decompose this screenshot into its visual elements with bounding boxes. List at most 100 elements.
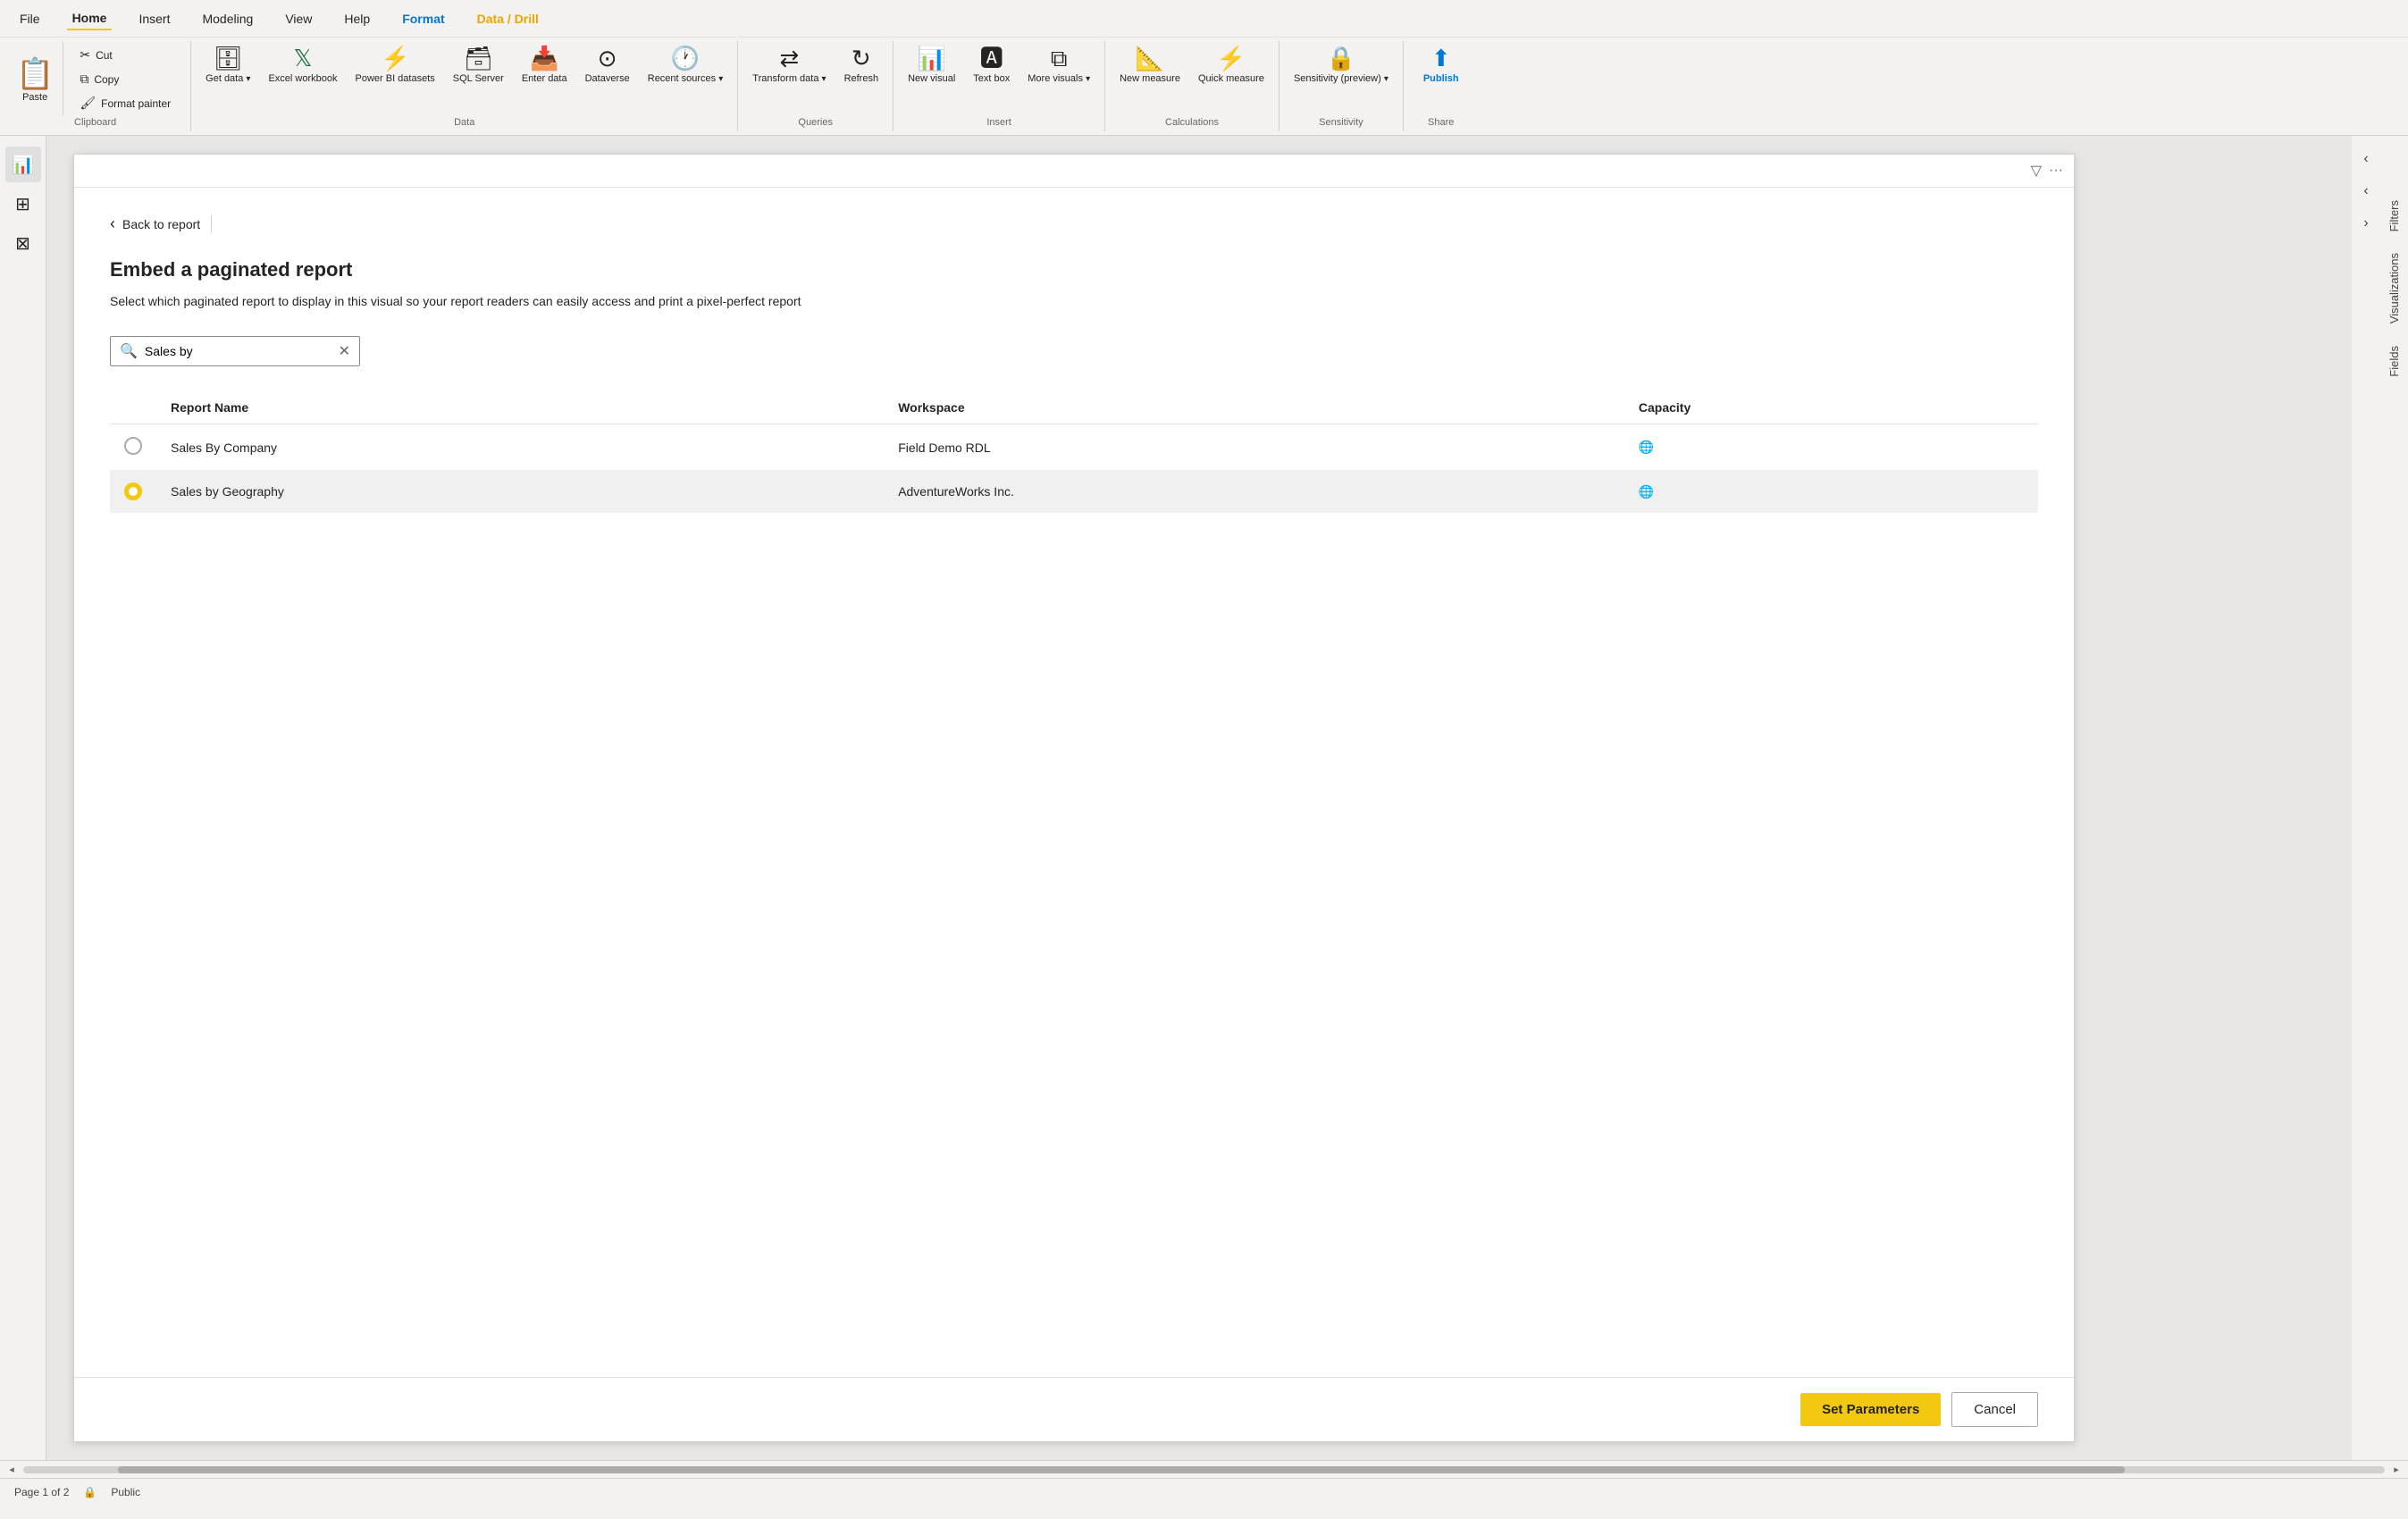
format-painter-icon: 🖌 (80, 96, 96, 111)
clear-search-icon[interactable]: ✕ (339, 342, 350, 360)
ribbon-data-section: 🗄 Get data ▾ 𝕏 Excel workbook ⚡ Power BI… (191, 41, 738, 131)
status-bar: Page 1 of 2 🔒 Public (0, 1478, 2408, 1505)
publish-icon: ⬆ (1431, 46, 1451, 70)
visualizations-panel-tab[interactable]: Visualizations (2380, 242, 2408, 334)
transform-icon: ⇄ (780, 46, 800, 70)
refresh-icon: ↻ (852, 46, 871, 70)
ribbon-sensitivity-section: 🔒 Sensitivity (preview) ▾ Sensitivity (1280, 41, 1404, 131)
sql-server-button[interactable]: 🗃 SQL Server (446, 41, 511, 90)
quick-measure-icon: ⚡ (1217, 46, 1246, 70)
excel-workbook-button[interactable]: 𝕏 Excel workbook (261, 41, 344, 90)
format-painter-button[interactable]: 🖌 Format painter (74, 93, 176, 113)
scrollbar-area: ◂ ▸ (0, 1460, 2408, 1478)
new-visual-label: New visual (908, 73, 955, 85)
paste-button[interactable]: 📋 Paste (7, 41, 63, 117)
ribbon-insert-section: 📊 New visual 🅰 Text box ⧉ More visuals ▾… (894, 41, 1105, 131)
scroll-thumb (118, 1466, 2126, 1473)
scroll-right-arrow[interactable]: ▸ (2388, 1462, 2404, 1478)
col-capacity: Capacity (1624, 391, 2038, 424)
get-data-label: Get data ▾ (206, 73, 250, 85)
sidebar-model-icon[interactable]: ⊠ (5, 225, 41, 261)
sensitivity-section-label: Sensitivity (1319, 117, 1363, 131)
scroll-left-arrow[interactable]: ◂ (4, 1462, 20, 1478)
transform-label: Transform data ▾ (752, 73, 826, 85)
fields-panel-tab[interactable]: Fields (2380, 335, 2408, 388)
radio-cell[interactable] (110, 470, 156, 513)
search-input[interactable] (145, 344, 339, 358)
table-row[interactable]: Sales By CompanyField Demo RDL🌐 (110, 424, 2038, 471)
col-radio (110, 391, 156, 424)
modal-body: ‹ Back to report Embed a paginated repor… (74, 188, 2074, 1377)
refresh-button[interactable]: ↻ Refresh (837, 41, 886, 90)
scroll-track[interactable] (23, 1466, 2385, 1473)
menu-modeling[interactable]: Modeling (197, 8, 258, 29)
nav-chevron-right[interactable]: › (2352, 209, 2380, 238)
sidebar-report-icon[interactable]: 📊 (5, 147, 41, 182)
radio-button[interactable] (124, 483, 142, 500)
recent-sources-label: Recent sources ▾ (648, 73, 724, 85)
radio-cell[interactable] (110, 424, 156, 471)
menu-file[interactable]: File (14, 8, 46, 29)
publish-label: Publish (1423, 73, 1459, 85)
menu-help[interactable]: Help (339, 8, 375, 29)
recent-sources-icon: 🕐 (671, 46, 700, 70)
sensitivity-label: Sensitivity (preview) ▾ (1294, 73, 1389, 85)
set-parameters-button[interactable]: Set Parameters (1800, 1393, 1941, 1426)
menu-view[interactable]: View (280, 8, 317, 29)
back-to-report-link[interactable]: ‹ Back to report (110, 214, 2038, 233)
back-arrow-icon: ‹ (110, 214, 115, 233)
data-content: 🗄 Get data ▾ 𝕏 Excel workbook ⚡ Power BI… (198, 41, 730, 117)
sensitivity-button[interactable]: 🔒 Sensitivity (preview) ▾ (1287, 41, 1396, 90)
powerbi-icon: ⚡ (381, 46, 409, 70)
modal-title: Embed a paginated report (110, 258, 2038, 281)
excel-icon: 𝕏 (294, 46, 313, 70)
dataverse-button[interactable]: ⊙ Dataverse (578, 41, 637, 90)
right-side-panel: ‹ ‹ › Filters Visualizations Fields (2352, 136, 2408, 1460)
cancel-button[interactable]: Cancel (1951, 1392, 2038, 1427)
filters-panel-tab[interactable]: Filters (2380, 189, 2408, 242)
data-section-label: Data (454, 117, 474, 131)
quick-measure-button[interactable]: ⚡ Quick measure (1191, 41, 1271, 90)
copy-button[interactable]: ⧉ Copy (74, 69, 176, 89)
format-painter-label: Format painter (101, 97, 171, 110)
ribbon-share-section: ⬆ Publish Share (1404, 41, 1479, 131)
ribbon: 📋 Paste ✂ Cut ⧉ Copy 🖌 Format painter Cl… (0, 38, 2408, 136)
recent-sources-button[interactable]: 🕐 Recent sources ▾ (641, 41, 731, 90)
enter-data-button[interactable]: 📥 Enter data (515, 41, 575, 90)
radio-inner (129, 487, 138, 496)
search-box[interactable]: 🔍 ✕ (110, 336, 360, 366)
get-data-button[interactable]: 🗄 Get data ▾ (198, 41, 257, 90)
sql-label: SQL Server (453, 73, 504, 85)
nav-chevron-left2[interactable]: ‹ (2352, 177, 2380, 206)
new-measure-button[interactable]: 📐 New measure (1112, 41, 1187, 90)
transform-data-button[interactable]: ⇄ Transform data ▾ (745, 41, 833, 90)
nav-chevron-left[interactable]: ‹ (2352, 145, 2380, 173)
calculations-section-label: Calculations (1165, 117, 1219, 131)
new-measure-icon: 📐 (1136, 46, 1164, 70)
text-box-button[interactable]: 🅰 Text box (966, 41, 1017, 90)
new-visual-button[interactable]: 📊 New visual (901, 41, 962, 90)
filter-icon[interactable]: ▽ (2031, 162, 2042, 180)
more-visuals-button[interactable]: ⧉ More visuals ▾ (1020, 41, 1097, 90)
menu-datadrill[interactable]: Data / Drill (472, 8, 544, 29)
menu-insert[interactable]: Insert (133, 8, 175, 29)
table-row[interactable]: Sales by GeographyAdventureWorks Inc.🌐 (110, 470, 2038, 513)
menu-home[interactable]: Home (67, 7, 113, 30)
text-box-icon: 🅰 (980, 46, 1003, 70)
publish-button[interactable]: ⬆ Publish (1411, 41, 1472, 90)
menu-format[interactable]: Format (397, 8, 449, 29)
sidebar-data-icon[interactable]: ⊞ (5, 186, 41, 222)
ribbon-calculations-section: 📐 New measure ⚡ Quick measure Calculatio… (1105, 41, 1280, 131)
cut-button[interactable]: ✂ Cut (74, 45, 176, 65)
power-bi-datasets-button[interactable]: ⚡ Power BI datasets (348, 41, 442, 90)
radio-button[interactable] (124, 437, 142, 455)
share-section-label: Share (1428, 117, 1454, 131)
quick-measure-label: Quick measure (1198, 73, 1264, 85)
more-options-icon[interactable]: ··· (2049, 163, 2063, 179)
powerbi-label: Power BI datasets (356, 73, 435, 85)
calculations-content: 📐 New measure ⚡ Quick measure (1112, 41, 1271, 117)
main-area: 📊 ⊞ ⊠ ▽ ··· ‹ Back to report Embed a pag… (0, 136, 2408, 1460)
dataverse-label: Dataverse (585, 73, 630, 85)
get-data-icon: 🗄 (214, 46, 243, 70)
clipboard-right: ✂ Cut ⧉ Copy 🖌 Format painter (67, 41, 183, 117)
